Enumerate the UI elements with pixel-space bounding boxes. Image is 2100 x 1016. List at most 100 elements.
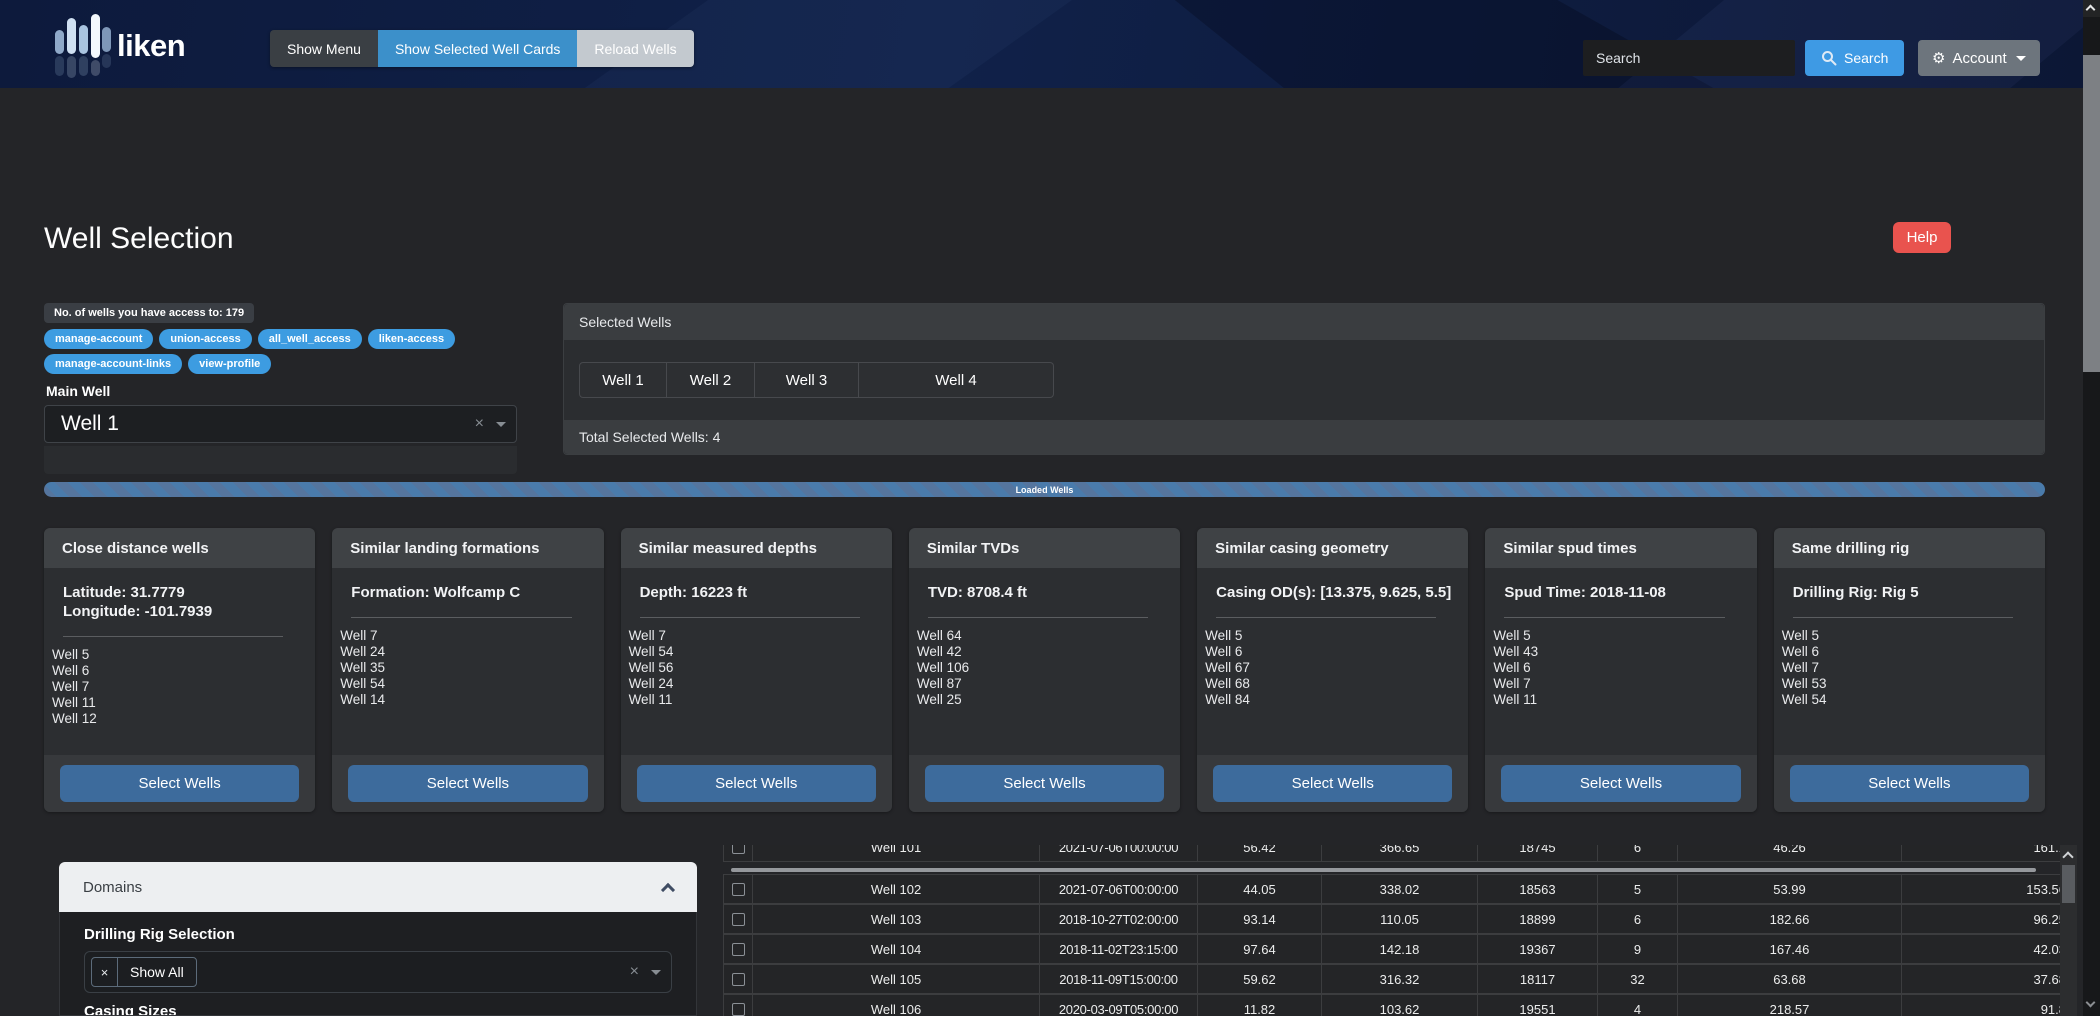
well-list-item: Well 7: [1493, 676, 1740, 692]
role-pill[interactable]: all_well_access: [258, 329, 362, 349]
value-cell: 91.8: [1902, 995, 2060, 1016]
table-horizontal-scrollbar[interactable]: [731, 868, 2036, 872]
table-row: Well 102 2021-07-06T00:00:00 44.05 338.0…: [723, 874, 2060, 904]
card-close-distance-wells: Close distance wells Latitude: 31.7779 L…: [44, 528, 315, 812]
wells-access-count-badge: No. of wells you have access to: 179: [44, 303, 254, 323]
domains-title: Domains: [83, 879, 142, 896]
clear-icon[interactable]: ×: [475, 416, 484, 432]
row-checkbox[interactable]: [732, 943, 745, 956]
card-meta: Drilling Rig: Rig 5: [1774, 584, 2029, 603]
page-scrollbar[interactable]: [2083, 0, 2100, 1016]
show-menu-button[interactable]: Show Menu: [270, 30, 378, 67]
role-pill[interactable]: view-profile: [188, 354, 271, 374]
well-list-item: Well 11: [629, 692, 876, 708]
tab-well-1[interactable]: Well 1: [579, 362, 667, 398]
clear-icon[interactable]: ×: [630, 964, 639, 980]
card-title: Similar measured depths: [621, 528, 892, 568]
value-cell: 4: [1598, 995, 1678, 1016]
tab-well-4[interactable]: Well 4: [859, 362, 1054, 398]
value-cell: 11.82: [1198, 995, 1322, 1016]
brand-name: liken: [117, 28, 185, 64]
well-name-cell: Well 102: [753, 875, 1040, 903]
select-wells-button[interactable]: Select Wells: [1790, 765, 2029, 802]
card-meta: Depth: 16223 ft: [621, 584, 876, 603]
spud-date-cell: 2018-11-02T23:15:00: [1040, 935, 1198, 963]
value-cell: 161.1: [1902, 845, 2060, 861]
app-canvas: liken Show Menu Show Selected Well Cards…: [0, 0, 2100, 1016]
value-cell: 153.56: [1902, 875, 2060, 903]
card-meta: Formation: Wolfcamp C: [332, 584, 587, 603]
scroll-down-icon[interactable]: [2086, 998, 2096, 1008]
row-checkbox[interactable]: [732, 883, 745, 896]
well-list-item: Well 42: [917, 644, 1164, 660]
page-title: Well Selection: [44, 222, 234, 256]
search-input[interactable]: [1583, 40, 1795, 76]
well-name-cell: Well 105: [753, 965, 1040, 993]
well-list-item: Well 84: [1205, 692, 1452, 708]
scroll-up-icon[interactable]: [2062, 851, 2073, 862]
card-similar-tvds: Similar TVDs TVD: 8708.4 ft Well 64 Well…: [909, 528, 1180, 812]
table-vertical-scrollbar[interactable]: [2060, 845, 2077, 1016]
well-list-item: Well 68: [1205, 676, 1452, 692]
help-button[interactable]: Help: [1893, 222, 1951, 253]
well-list: Well 5 Well 6 Well 67 Well 68 Well 84: [1197, 628, 1452, 708]
chevron-down-icon[interactable]: [496, 422, 506, 427]
card-title: Similar spud times: [1485, 528, 1756, 568]
domains-header[interactable]: Domains: [59, 862, 697, 912]
well-list-item: Well 11: [1493, 692, 1740, 708]
table-row: Well 105 2018-11-09T15:00:00 59.62 316.3…: [723, 964, 2060, 994]
show-all-tag-label: Show All: [118, 958, 196, 986]
account-button-label: Account: [1952, 50, 2006, 67]
tab-well-2[interactable]: Well 2: [667, 362, 755, 398]
well-list-item: Well 87: [917, 676, 1164, 692]
select-wells-button[interactable]: Select Wells: [1501, 765, 1740, 802]
well-list-item: Well 43: [1493, 644, 1740, 660]
select-wells-button[interactable]: Select Wells: [60, 765, 299, 802]
drilling-rig-select[interactable]: × Show All ×: [84, 951, 672, 993]
select-wells-button[interactable]: Select Wells: [348, 765, 587, 802]
role-pill[interactable]: union-access: [159, 329, 251, 349]
table-scrollbar-thumb[interactable]: [2062, 865, 2075, 903]
role-pills: manage-account union-access all_well_acc…: [44, 329, 464, 374]
main-well-select[interactable]: Well 1 ×: [44, 405, 517, 443]
card-similar-casing-geometry: Similar casing geometry Casing OD(s): [1…: [1197, 528, 1468, 812]
spud-date-cell: 2021-07-06T00:00:00: [1040, 875, 1198, 903]
tab-well-3[interactable]: Well 3: [755, 362, 859, 398]
account-button[interactable]: ⚙ Account: [1918, 40, 2040, 76]
well-list-item: Well 54: [629, 644, 876, 660]
brand-logo[interactable]: liken: [55, 14, 185, 76]
row-checkbox[interactable]: [732, 845, 745, 854]
select-wells-button[interactable]: Select Wells: [637, 765, 876, 802]
value-cell: 97.64: [1198, 935, 1322, 963]
domains-body: Drilling Rig Selection × Show All × Casi…: [59, 912, 697, 1016]
chevron-up-icon: [661, 882, 675, 896]
chevron-down-icon: [2016, 56, 2026, 61]
select-wells-button[interactable]: Select Wells: [1213, 765, 1452, 802]
row-checkbox[interactable]: [732, 1003, 745, 1016]
remove-tag-icon[interactable]: ×: [92, 958, 118, 986]
page-scrollbar-thumb[interactable]: [2083, 55, 2100, 372]
divider: [1504, 617, 1724, 618]
value-cell: 366.65: [1322, 845, 1478, 861]
well-list-item: Well 11: [52, 695, 299, 711]
well-list-item: Well 6: [52, 663, 299, 679]
well-list-item: Well 54: [1782, 692, 2029, 708]
well-list: Well 5 Well 6 Well 7 Well 11 Well 12: [44, 647, 299, 727]
row-checkbox[interactable]: [732, 913, 745, 926]
well-name-cell: Well 103: [753, 905, 1040, 933]
search-button[interactable]: Search: [1805, 40, 1904, 76]
well-list: Well 5 Well 43 Well 6 Well 7 Well 11: [1485, 628, 1740, 708]
reload-wells-button[interactable]: Reload Wells: [577, 30, 693, 67]
role-pill[interactable]: manage-account: [44, 329, 153, 349]
role-pill[interactable]: manage-account-links: [44, 354, 182, 374]
casing-sizes-label: Casing Sizes: [84, 1003, 672, 1016]
well-list-item: Well 5: [52, 647, 299, 663]
row-checkbox[interactable]: [732, 973, 745, 986]
value-cell: 59.62: [1198, 965, 1322, 993]
role-pill[interactable]: liken-access: [368, 329, 455, 349]
chevron-down-icon[interactable]: [651, 970, 661, 975]
well-list: Well 7 Well 54 Well 56 Well 24 Well 11: [621, 628, 876, 708]
select-wells-button[interactable]: Select Wells: [925, 765, 1164, 802]
show-selected-well-cards-button[interactable]: Show Selected Well Cards: [378, 30, 577, 67]
well-list-item: Well 7: [52, 679, 299, 695]
